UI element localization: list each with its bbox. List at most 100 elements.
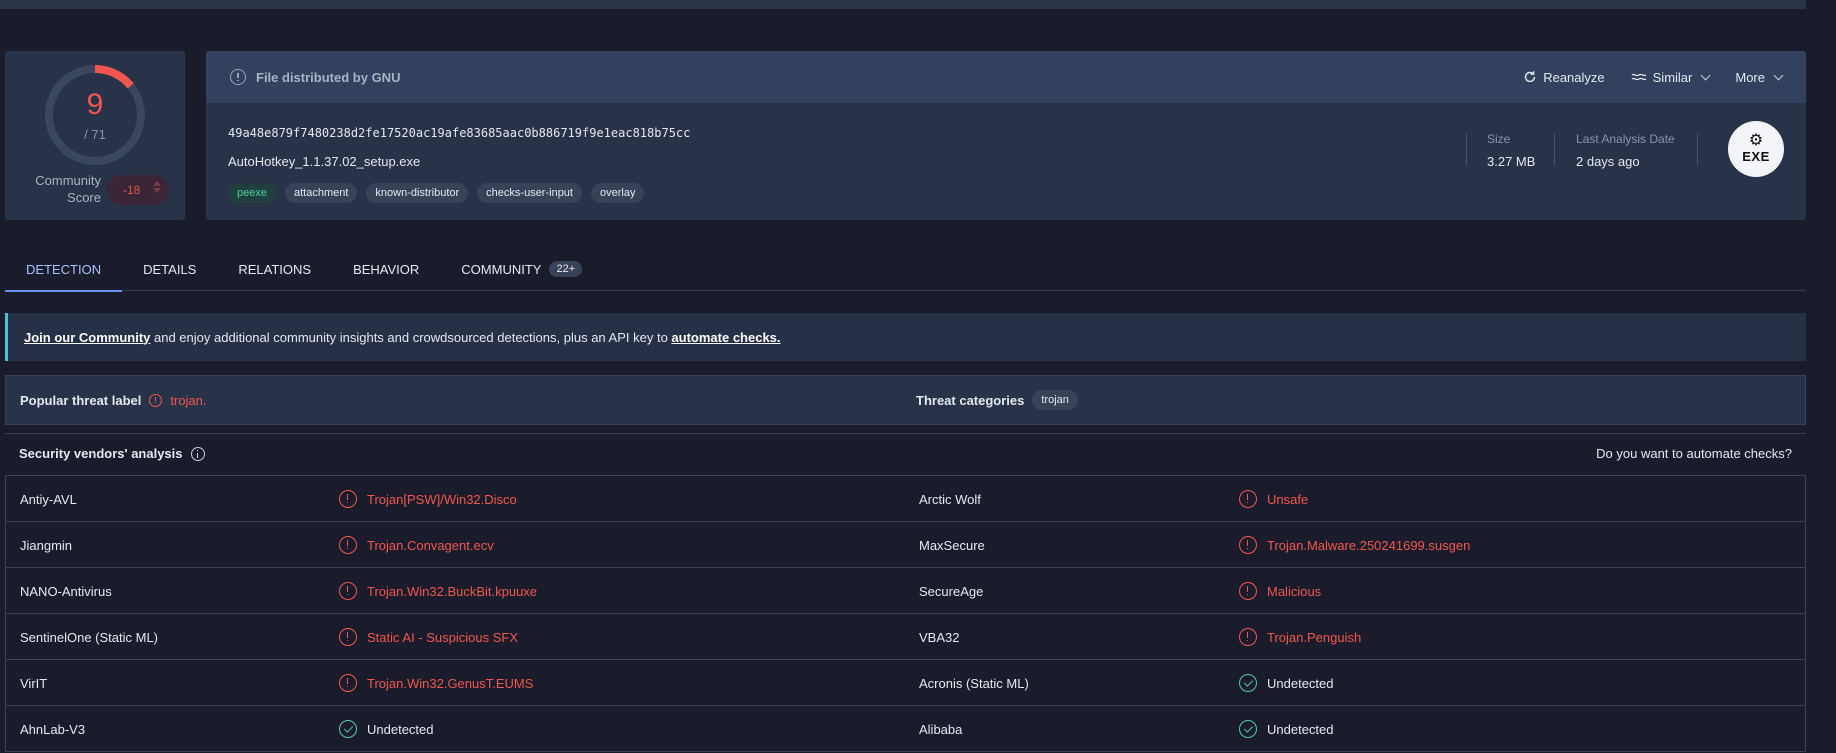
top-nav-bar (0, 0, 1836, 9)
community-banner: Join our Community and enjoy additional … (5, 313, 1806, 361)
malicious-icon (1239, 536, 1257, 554)
community-score-label: Community Score (35, 173, 101, 205)
vendor-result: Trojan[PSW]/Win32.Disco (367, 491, 517, 507)
malicious-icon (339, 582, 357, 600)
malicious-icon (339, 490, 357, 508)
threat-category-tag[interactable]: trojan (1032, 390, 1078, 410)
file-tags: peexe attachment known-distributor check… (228, 183, 645, 203)
alert-icon (149, 393, 163, 407)
file-size-label: Size (1487, 132, 1511, 146)
malicious-icon (1239, 490, 1257, 508)
last-analysis: Last Analysis Date 2 days ago (1576, 132, 1675, 169)
tab-behavior[interactable]: BEHAVIOR (332, 247, 440, 291)
vendor-name: MaxSecure (919, 537, 985, 553)
table-row: Antiy-AVL Trojan[PSW]/Win32.Disco Arctic… (5, 476, 1806, 522)
chevron-down-icon (1773, 70, 1784, 80)
popular-threat-heading: Popular threat label (20, 392, 142, 408)
table-row: VirIT Trojan.Win32.GenusT.EUMS Acronis (… (5, 660, 1806, 706)
table-row: AhnLab-V3 Undetected Alibaba Undetected (5, 706, 1806, 752)
vote-arrows-icon[interactable] (153, 181, 161, 193)
automate-checks-link[interactable]: automate checks. (671, 330, 780, 345)
vendors-header: Security vendors' analysis Do you want t… (5, 433, 1806, 473)
tag-checks-user-input[interactable]: checks-user-input (477, 183, 582, 203)
automate-checks-link[interactable]: Do you want to automate checks? (1596, 446, 1792, 461)
vendor-name: NANO-Antivirus (20, 583, 112, 599)
undetected-icon (1239, 674, 1257, 692)
undetected-icon (339, 720, 357, 738)
distributor-note: File distributed by GNU (256, 69, 401, 85)
vendor-result: Undetected (367, 721, 434, 737)
table-row: SentinelOne (Static ML) Static AI - Susp… (5, 614, 1806, 660)
threat-categories-heading: Threat categories (916, 392, 1025, 408)
file-hash[interactable]: 49a48e879f7480238d2fe17520ac19afe83685aa… (228, 126, 690, 140)
malicious-icon (1239, 582, 1257, 600)
file-card-header: File distributed by GNU Reanalyze Simila… (206, 51, 1806, 103)
file-type-icon: ⚙ (1748, 131, 1764, 149)
community-count-badge: 22+ (549, 261, 583, 277)
threat-summary: Popular threat label trojan. Threat cate… (5, 375, 1806, 425)
reanalyze-button[interactable]: Reanalyze (1523, 70, 1605, 85)
vendor-name: AhnLab-V3 (20, 721, 86, 737)
tab-details[interactable]: DETAILS (122, 247, 217, 291)
banner-text: and enjoy additional community insights … (150, 329, 672, 345)
similar-dropdown[interactable]: Similar (1631, 70, 1711, 85)
vendor-name: Arctic Wolf (919, 491, 981, 507)
tag-known-distributor[interactable]: known-distributor (366, 183, 469, 203)
vendor-name: Antiy-AVL (20, 491, 77, 507)
vendor-name: SecureAge (919, 583, 984, 599)
divider (1697, 134, 1698, 166)
chevron-down-icon (1700, 70, 1711, 80)
tab-relations[interactable]: RELATIONS (217, 247, 332, 291)
vendor-result: Trojan.Penguish (1267, 629, 1362, 645)
vendors-heading: Security vendors' analysis (19, 446, 183, 461)
file-type-badge: ⚙ EXE (1728, 121, 1784, 177)
engine-total: / 71 (84, 127, 106, 142)
threat-categories: Threat categories trojan (916, 390, 1078, 410)
vendor-result: Undetected (1267, 675, 1334, 691)
file-size: Size 3.27 MB (1487, 132, 1535, 169)
last-analysis-label: Last Analysis Date (1576, 132, 1675, 146)
vendor-name: VBA32 (919, 629, 960, 645)
popular-threat-value[interactable]: trojan. (170, 393, 206, 408)
detection-score-card: 9 / 71 Community Score -18 (5, 51, 185, 220)
vendor-result: Unsafe (1267, 491, 1309, 507)
scrollbar[interactable] (1806, 0, 1836, 753)
tag-attachment[interactable]: attachment (284, 183, 358, 203)
vendors-table: Antiy-AVL Trojan[PSW]/Win32.Disco Arctic… (5, 475, 1806, 752)
undetected-icon (1239, 720, 1257, 738)
vendor-result: Undetected (1267, 721, 1334, 737)
detection-count: 9 (86, 88, 104, 121)
vendor-result: Trojan.Win32.GenusT.EUMS (367, 675, 534, 691)
join-community-link[interactable]: Join our Community (24, 330, 150, 345)
similar-icon (1631, 73, 1647, 81)
malicious-icon (339, 536, 357, 554)
malicious-icon (339, 628, 357, 646)
vendor-result: Malicious (1267, 583, 1322, 599)
table-row: Jiangmin Trojan.Convagent.ecv MaxSecure … (5, 522, 1806, 568)
popular-threat-label: Popular threat label trojan. (20, 393, 207, 408)
tab-detection[interactable]: DETECTION (5, 247, 123, 292)
malicious-icon (1239, 628, 1257, 646)
tag-overlay[interactable]: overlay (591, 183, 645, 203)
file-summary-card: File distributed by GNU Reanalyze Simila… (206, 51, 1806, 220)
community-score-value: -18 (123, 183, 141, 197)
more-dropdown[interactable]: More (1735, 70, 1784, 85)
malicious-icon (339, 674, 357, 692)
vendor-result: Trojan.Convagent.ecv (367, 537, 494, 553)
info-icon (230, 69, 246, 85)
file-size-value: 3.27 MB (1487, 154, 1536, 169)
divider (1466, 134, 1467, 166)
info-icon[interactable] (190, 446, 205, 461)
vendor-name: SentinelOne (Static ML) (20, 629, 159, 645)
vendor-name: Acronis (Static ML) (919, 675, 1029, 691)
file-name: AutoHotkey_1.1.37.02_setup.exe (228, 154, 421, 169)
last-analysis-value: 2 days ago (1576, 154, 1640, 169)
tab-community[interactable]: COMMUNITY 22+ (440, 247, 603, 291)
vendor-name: Alibaba (919, 721, 963, 737)
tag-peexe[interactable]: peexe (228, 183, 276, 203)
vendor-result: Trojan.Win32.BuckBit.kpuuxe (367, 583, 538, 599)
table-row: NANO-Antivirus Trojan.Win32.BuckBit.kpuu… (5, 568, 1806, 614)
vendor-result: Trojan.Malware.250241699.susgen (1267, 537, 1471, 553)
file-type-label: EXE (1742, 148, 1770, 164)
community-score-vote[interactable]: -18 (107, 175, 169, 205)
